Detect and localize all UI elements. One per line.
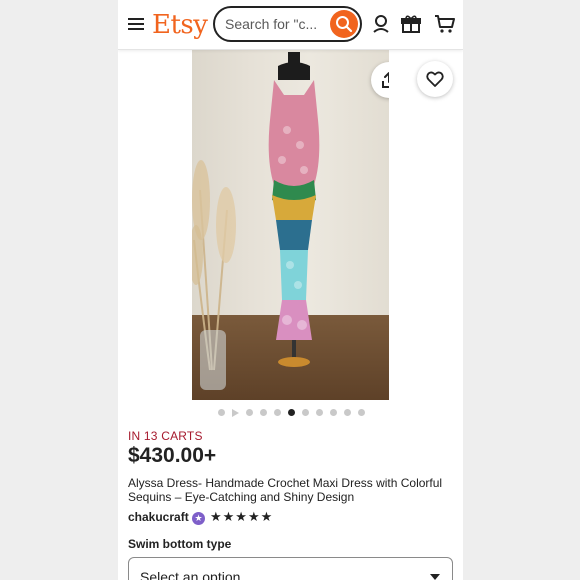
- product-image[interactable]: [192, 50, 389, 400]
- search-button[interactable]: [330, 10, 358, 38]
- favorite-button[interactable]: [417, 61, 453, 97]
- pagination-dot[interactable]: [218, 409, 225, 416]
- pagination-dot[interactable]: [260, 409, 267, 416]
- pagination-dot[interactable]: [274, 409, 281, 416]
- swim-bottom-select[interactable]: Select an option: [128, 557, 453, 580]
- pagination-dot[interactable]: [358, 409, 365, 416]
- play-icon[interactable]: [232, 409, 239, 417]
- search-icon: [336, 16, 353, 33]
- menu-icon[interactable]: [128, 15, 146, 33]
- star-seller-badge-icon: ★: [192, 512, 205, 525]
- product-page: Etsy Search for "c... IN 13 CARTS $430.0…: [118, 0, 463, 580]
- carts-count: IN 13 CARTS: [128, 429, 203, 443]
- option-label: Swim bottom type: [128, 537, 232, 551]
- shop-name[interactable]: chakucraft: [128, 510, 189, 524]
- dress-photo: [192, 52, 320, 390]
- pagination-dot[interactable]: [344, 409, 351, 416]
- account-icon[interactable]: [370, 13, 392, 35]
- select-value: Select an option: [140, 569, 241, 580]
- heart-icon: [426, 71, 444, 87]
- pagination-dot[interactable]: [288, 409, 295, 416]
- gift-icon[interactable]: [400, 13, 422, 35]
- gallery-pagination[interactable]: [118, 408, 463, 418]
- chevron-down-icon: [430, 574, 440, 580]
- price: $430.00+: [128, 444, 217, 467]
- top-bar: Etsy Search for "c...: [118, 0, 463, 50]
- pagination-dot[interactable]: [302, 409, 309, 416]
- share-icon: [382, 72, 389, 88]
- pagination-dot[interactable]: [246, 409, 253, 416]
- etsy-logo[interactable]: Etsy: [152, 9, 208, 41]
- cart-icon[interactable]: [434, 13, 456, 35]
- pagination-dot[interactable]: [316, 409, 323, 416]
- listing-title: Alyssa Dress- Handmade Crochet Maxi Dres…: [128, 476, 443, 504]
- search-input[interactable]: Search for "c...: [225, 16, 325, 32]
- pagination-dot[interactable]: [330, 409, 337, 416]
- search-bar[interactable]: Search for "c...: [213, 6, 362, 42]
- rating-stars[interactable]: ★★★★★: [210, 509, 273, 525]
